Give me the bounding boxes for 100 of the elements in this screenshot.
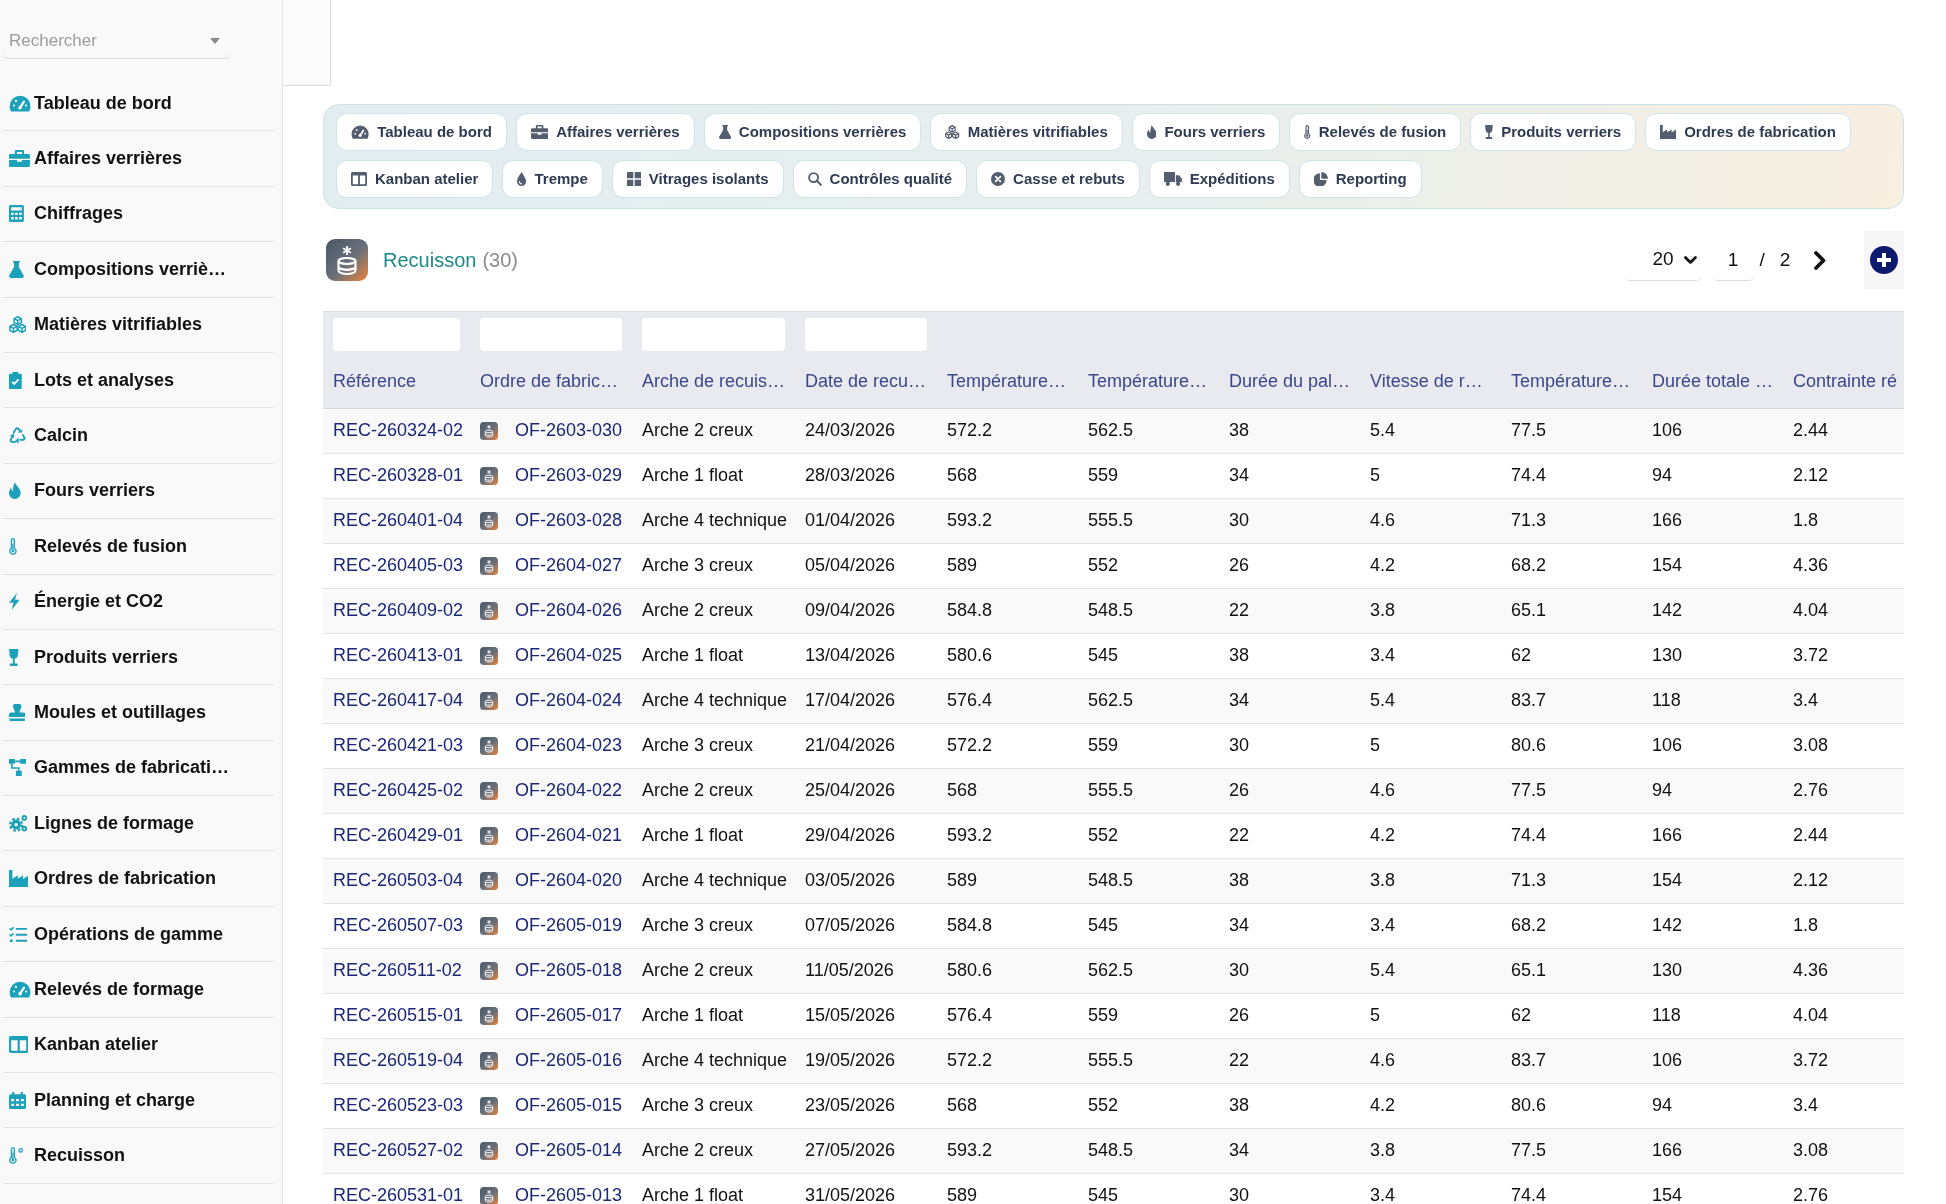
next-page-button[interactable]: [1814, 250, 1826, 270]
module-tab[interactable]: Fours verriers: [1131, 113, 1281, 151]
module-tab[interactable]: Relevés de fusion: [1289, 113, 1462, 151]
record-link[interactable]: REC-260413-01: [333, 645, 464, 665]
table-cell: 94: [1642, 768, 1783, 813]
record-link[interactable]: REC-260523-03: [333, 1095, 464, 1115]
sidebar-item[interactable]: Lignes de formage: [3, 796, 274, 852]
order-link[interactable]: OF-2605-013: [515, 1182, 623, 1204]
order-link[interactable]: OF-2604-024: [515, 687, 623, 714]
record-link[interactable]: REC-260328-01: [333, 465, 464, 485]
module-tab[interactable]: Contrôles qualité: [792, 160, 968, 198]
order-link[interactable]: OF-2605-017: [515, 1002, 623, 1029]
sidebar-item[interactable]: Recuisson: [3, 1128, 274, 1184]
sidebar-item[interactable]: Compositions verriè…: [3, 242, 274, 298]
module-tab[interactable]: Compositions verrières: [703, 113, 922, 151]
module-tab[interactable]: Kanban atelier: [336, 160, 494, 198]
module-tab[interactable]: Produits verriers: [1470, 113, 1637, 151]
record-link[interactable]: REC-260401-04: [333, 510, 464, 530]
sidebar-item[interactable]: Fours verriers: [3, 463, 274, 520]
table-cell: 62: [1501, 633, 1642, 678]
table-cell: 548.5: [1078, 588, 1219, 633]
record-link[interactable]: REC-260527-02: [333, 1140, 464, 1160]
order-link[interactable]: OF-2604-022: [515, 777, 623, 804]
page-size-select[interactable]: 20: [1624, 239, 1701, 281]
table-cell: 2.44: [1783, 813, 1904, 858]
record-link[interactable]: REC-260519-04: [333, 1050, 464, 1070]
table-cell: 545: [1078, 633, 1219, 678]
table-cell: 62: [1501, 993, 1642, 1038]
sidebar-item[interactable]: Matières vitrifiables: [3, 297, 274, 353]
checklist-icon: [9, 925, 28, 943]
order-link[interactable]: OF-2604-021: [515, 822, 623, 849]
record-link[interactable]: REC-260324-02: [333, 420, 464, 440]
record-link[interactable]: REC-260515-01: [333, 1005, 464, 1025]
table-cell: 559: [1078, 993, 1219, 1038]
sidebar-item[interactable]: Produits verriers: [3, 629, 274, 686]
order-link[interactable]: OF-2604-025: [515, 642, 623, 669]
table-cell: 593.2: [937, 1128, 1078, 1173]
order-link[interactable]: OF-2603-030: [515, 417, 623, 444]
jar-icon: [480, 961, 498, 980]
sidebar-item[interactable]: Lots et analyses: [3, 352, 274, 409]
add-button[interactable]: [1864, 231, 1904, 289]
order-link[interactable]: OF-2604-023: [515, 732, 623, 759]
order-link[interactable]: OF-2604-020: [515, 867, 623, 894]
module-tab[interactable]: Matières vitrifiables: [930, 113, 1123, 151]
table-cell: 154: [1642, 1173, 1783, 1204]
table-cell: 559: [1078, 723, 1219, 768]
record-link[interactable]: REC-260511-02: [333, 960, 462, 980]
caret-icon: [210, 38, 220, 44]
order-link[interactable]: OF-2604-026: [515, 597, 623, 624]
sidebar-item[interactable]: Kanban atelier: [3, 1017, 274, 1074]
diagram-icon: [9, 759, 26, 777]
sidebar-item[interactable]: Énergie et CO2: [3, 574, 274, 630]
sidebar-item[interactable]: Affaires verrières: [3, 131, 274, 187]
table-cell: 552: [1078, 1083, 1219, 1128]
module-tab[interactable]: Casse et rebuts: [976, 160, 1140, 198]
table-cell: 1.8: [1783, 903, 1904, 948]
sidebar-item[interactable]: Relevés de formage: [3, 962, 274, 1018]
module-tab[interactable]: Affaires verrières: [515, 113, 695, 151]
order-link[interactable]: OF-2605-014: [515, 1137, 623, 1164]
table-cell: 593.2: [937, 813, 1078, 858]
page-field[interactable]: 1: [1712, 239, 1754, 281]
record-link[interactable]: REC-260417-04: [333, 690, 464, 710]
module-tab[interactable]: Tableau de bord: [336, 113, 507, 151]
sidebar-item[interactable]: Chiffrages: [3, 186, 274, 243]
sidebar-item[interactable]: Ordres de fabrication: [3, 851, 274, 907]
table-cell: 589: [937, 1173, 1078, 1204]
sidebar-item[interactable]: Moules et outillages: [3, 685, 274, 741]
record-link[interactable]: REC-260531-01: [333, 1185, 464, 1204]
order-link[interactable]: OF-2605-019: [515, 912, 623, 939]
order-link[interactable]: OF-2605-018: [515, 957, 623, 984]
module-tab[interactable]: Expéditions: [1148, 160, 1290, 198]
module-tab[interactable]: Ordres de fabrication: [1645, 113, 1851, 151]
sidebar-item[interactable]: Tableau de bord: [3, 76, 274, 132]
record-link[interactable]: REC-260425-02: [333, 780, 464, 800]
order-link[interactable]: OF-2603-029: [515, 462, 623, 489]
table-cell: 07/05/2026: [795, 903, 937, 948]
record-link[interactable]: REC-260507-03: [333, 915, 464, 935]
sidebar-item[interactable]: Relevés de fusion: [3, 519, 274, 575]
order-link[interactable]: OF-2603-028: [515, 507, 623, 534]
sidebar-item[interactable]: Calcin: [3, 408, 274, 464]
sidebar-item[interactable]: Planning et charge: [3, 1073, 274, 1129]
module-tab[interactable]: Trempe: [502, 160, 603, 198]
record-link[interactable]: REC-260429-01: [333, 825, 464, 845]
table-cell: 555.5: [1078, 768, 1219, 813]
factory-icon: [1660, 125, 1677, 139]
record-link[interactable]: REC-260409-02: [333, 600, 464, 620]
record-link[interactable]: REC-260503-04: [333, 870, 464, 890]
table-cell: 30: [1219, 723, 1360, 768]
search-field[interactable]: Rechercher: [3, 23, 230, 59]
module-tab[interactable]: Vitrages isolants: [611, 160, 784, 198]
order-link[interactable]: OF-2604-027: [515, 552, 623, 579]
record-link[interactable]: REC-260405-03: [333, 555, 464, 575]
table-cell: 555.5: [1078, 498, 1219, 543]
module-tab[interactable]: Reporting: [1298, 160, 1422, 198]
order-link[interactable]: OF-2605-016: [515, 1047, 623, 1074]
sidebar-item[interactable]: Gammes de fabricati…: [3, 740, 274, 797]
table-cell: 4.6: [1360, 768, 1501, 813]
sidebar-item[interactable]: Opérations de gamme: [3, 906, 274, 963]
record-link[interactable]: REC-260421-03: [333, 735, 464, 755]
order-link[interactable]: OF-2605-015: [515, 1092, 623, 1119]
